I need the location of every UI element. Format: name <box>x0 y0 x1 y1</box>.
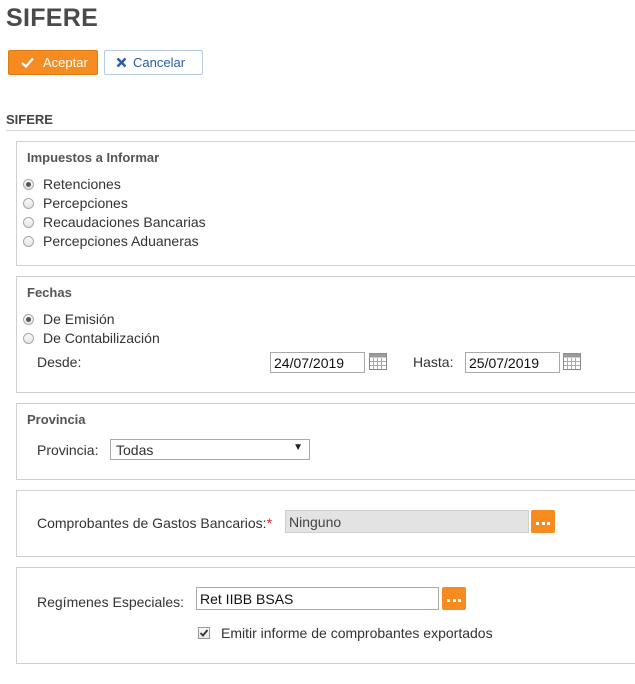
special-regimes-input[interactable]: Ret IIBB BSAS <box>196 587 439 610</box>
export-report-checkbox[interactable] <box>198 627 210 639</box>
browse-special-regimes-button[interactable] <box>442 587 466 610</box>
radio-button[interactable] <box>23 216 34 228</box>
checkmark-icon <box>199 629 209 637</box>
radio-percepciones-aduaneras[interactable]: Percepciones Aduaneras <box>23 233 199 249</box>
section-title: SIFERE <box>6 112 53 127</box>
radio-label: De Contabilización <box>43 330 160 346</box>
from-date-label: Desde: <box>37 354 82 370</box>
taxes-fieldset: Impuestos a Informar Retenciones Percepc… <box>16 141 635 266</box>
radio-de-emision[interactable]: De Emisión <box>23 311 115 327</box>
province-selected-value: Todas <box>116 441 154 458</box>
radio-label: Recaudaciones Bancarias <box>43 214 206 230</box>
accept-button-label: Aceptar <box>43 55 88 70</box>
check-icon <box>21 57 34 68</box>
ellipsis-icon <box>536 522 550 525</box>
radio-label: Percepciones Aduaneras <box>43 233 199 249</box>
to-date-label: Hasta: <box>413 354 454 370</box>
to-date-input[interactable]: 25/07/2019 <box>465 352 560 373</box>
cancel-button[interactable]: Cancelar <box>104 50 203 75</box>
dates-legend: Fechas <box>27 285 72 300</box>
taxes-legend: Impuestos a Informar <box>27 150 160 165</box>
radio-percepciones[interactable]: Percepciones <box>23 195 128 211</box>
radio-button[interactable] <box>23 235 34 247</box>
radio-button[interactable] <box>23 178 34 190</box>
province-fieldset: Provincia Provincia: Todas ▼ <box>16 403 635 480</box>
from-date-input[interactable]: 24/07/2019 <box>270 352 365 373</box>
bank-expenses-input: Ninguno <box>285 510 529 533</box>
calendar-icon[interactable] <box>369 353 387 370</box>
dropdown-arrow-icon: ▼ <box>293 442 303 453</box>
radio-recaudaciones-bancarias[interactable]: Recaudaciones Bancarias <box>23 214 206 230</box>
required-mark: * <box>266 515 273 531</box>
close-icon <box>116 57 127 68</box>
radio-button[interactable] <box>23 332 34 344</box>
province-legend: Provincia <box>27 412 86 427</box>
bank-expenses-label-text: Comprobantes de Gastos Bancarios: <box>37 515 267 531</box>
special-regimes-fieldset: Regímenes Especiales: Ret IIBB BSAS Emit… <box>16 567 635 664</box>
radio-button[interactable] <box>23 313 34 325</box>
browse-bank-expenses-button[interactable] <box>531 510 555 533</box>
province-select[interactable]: Todas ▼ <box>110 439 310 460</box>
special-regimes-label: Regímenes Especiales: <box>37 594 185 610</box>
ellipsis-icon <box>447 599 461 602</box>
dates-fieldset: Fechas De Emisión De Contabilización Des… <box>16 276 635 393</box>
bank-expenses-label: Comprobantes de Gastos Bancarios:* <box>37 515 272 531</box>
radio-label: Retenciones <box>43 176 121 192</box>
radio-button[interactable] <box>23 197 34 209</box>
radio-retenciones[interactable]: Retenciones <box>23 176 121 192</box>
page-title: SIFERE <box>6 4 99 32</box>
cancel-button-label: Cancelar <box>133 55 186 70</box>
radio-de-contabilizacion[interactable]: De Contabilización <box>23 330 160 346</box>
radio-label: Percepciones <box>43 195 128 211</box>
calendar-icon[interactable] <box>563 353 581 370</box>
accept-button[interactable]: Aceptar <box>8 50 98 75</box>
export-report-label: Emitir informe de comprobantes exportado… <box>221 625 493 641</box>
section-divider <box>6 130 635 131</box>
province-label: Provincia: <box>37 442 99 458</box>
bank-expenses-fieldset: Comprobantes de Gastos Bancarios:* Ningu… <box>16 490 635 557</box>
radio-label: De Emisión <box>43 311 115 327</box>
